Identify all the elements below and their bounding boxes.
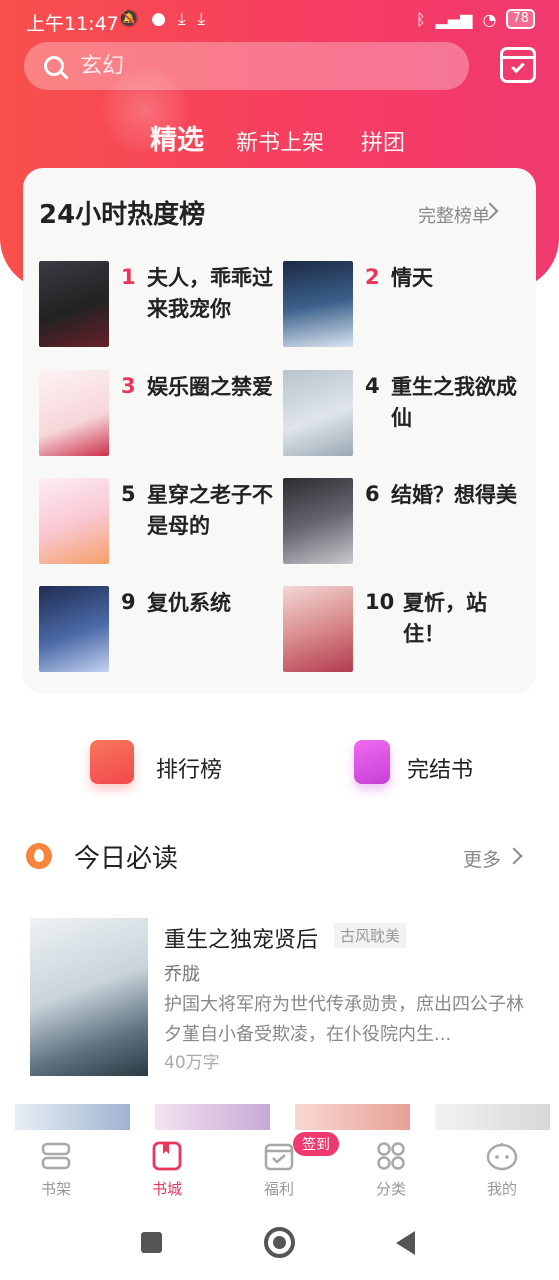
ranking-card: 24小时热度榜 完整榜单 1 夫人，乖乖过来我宠你 2 情天 3 娱乐圈之禁爱 … [23, 168, 536, 694]
book-cover [283, 478, 353, 564]
tab-bookshelf[interactable]: 书架 [16, 1140, 96, 1199]
search-icon [44, 56, 64, 76]
ranking-more-link[interactable]: 完整榜单 [418, 202, 490, 228]
rank-number: 6 [365, 482, 380, 506]
rank-book-title: 夫人，乖乖过来我宠你 [147, 266, 273, 321]
download-icon: ⤓ [197, 9, 206, 29]
ranking-item[interactable]: 1 夫人，乖乖过来我宠你 [39, 261, 279, 351]
checkin-badge[interactable]: 签到 [293, 1132, 339, 1156]
finished-books-label: 完结书 [407, 758, 474, 783]
rank-number: 4 [365, 374, 380, 398]
rank-book-title: 复仇系统 [147, 591, 231, 615]
book-author: 乔胧 [164, 964, 200, 985]
home-icon[interactable] [264, 1227, 295, 1258]
bottom-tab-bar: 书架 书城 福利 分类 我的 [0, 1130, 559, 1206]
fire-icon [26, 843, 52, 869]
chat-icon: ● [151, 9, 167, 29]
profile-face-icon [486, 1140, 518, 1172]
tab-featured[interactable]: 精选 [150, 118, 204, 157]
book-cover [39, 370, 109, 456]
tab-label: 福利 [263, 1180, 294, 1198]
more-link[interactable]: 更多 [463, 845, 501, 872]
checkin-calendar-icon[interactable] [500, 47, 536, 83]
tab-label: 书架 [40, 1180, 71, 1198]
rank-number: 9 [121, 590, 136, 614]
download-icon: ⤓ [178, 9, 186, 29]
rank-number: 5 [121, 482, 136, 506]
search-input[interactable] [80, 53, 400, 79]
book-cover [39, 261, 109, 347]
tab-profile[interactable]: 我的 [462, 1140, 542, 1199]
back-icon[interactable] [396, 1231, 415, 1255]
book-cover-peek[interactable] [295, 1104, 410, 1130]
battery-indicator: 78 [506, 9, 535, 29]
book-title: 重生之独宠贤后 [164, 928, 319, 953]
wifi-icon: ◔ [482, 9, 497, 29]
book-cover [39, 586, 109, 672]
rank-book-title: 娱乐圈之禁爱 [147, 375, 273, 399]
rank-book-title: 结婚？想得美 [391, 483, 517, 507]
ranking-item[interactable]: 5 星穿之老子不是母的 [39, 478, 279, 568]
rank-book-title: 重生之我欲成仙 [391, 375, 517, 430]
rank-book-title: 星穿之老子不是母的 [147, 483, 273, 538]
book-cover [30, 918, 148, 1076]
book-cover [39, 478, 109, 564]
top-tabs: 精选 新书上架 拼团 [0, 116, 559, 158]
tab-bookstore[interactable]: 书城 [127, 1140, 207, 1199]
calendar-check-icon [263, 1140, 295, 1172]
ranking-item[interactable]: 2 情天 [283, 261, 523, 351]
rank-number: 1 [121, 265, 136, 289]
ranking-shortcut-label: 排行榜 [156, 758, 223, 783]
ranking-item[interactable]: 6 结婚？想得美 [283, 478, 523, 568]
book-cover-peek[interactable] [15, 1104, 130, 1130]
book-cover [283, 370, 353, 456]
book-cover-peek[interactable] [435, 1104, 550, 1130]
system-navigation-bar [0, 1210, 559, 1280]
ranking-shortcut[interactable]: 排行榜 [90, 738, 260, 798]
rank-number: 2 [365, 265, 380, 289]
section-title: 今日必读 [74, 844, 179, 874]
grid-icon [375, 1140, 407, 1172]
status-time: 上午11:47 [26, 13, 119, 35]
finished-books-shortcut[interactable]: 完结书 [352, 738, 522, 798]
book-cover-peek[interactable] [155, 1104, 270, 1130]
bluetooth-icon: ᛒ [415, 9, 426, 29]
tab-label: 分类 [375, 1180, 406, 1198]
tab-category[interactable]: 分类 [351, 1140, 431, 1199]
rank-number: 10 [365, 590, 395, 614]
rank-book-title: 夏忻，站住！ [403, 591, 487, 646]
tab-label: 书城 [151, 1180, 182, 1198]
ranking-item[interactable]: 3 娱乐圈之禁爱 [39, 370, 279, 460]
bookstore-icon [151, 1140, 183, 1172]
signal-icon: ▂▄▆ [435, 9, 473, 29]
book-description: 护国大将军府为世代传承勋贵，庶出四公子林夕堇自小备受欺凌，在仆役院内生... [164, 994, 524, 1045]
tab-group-buy[interactable]: 拼团 [361, 125, 405, 157]
book-word-count: 40万字 [164, 1053, 220, 1073]
book-cover [283, 261, 353, 347]
ranking-icon [90, 740, 134, 784]
genre-tag: 古风耽美 [334, 923, 407, 948]
ranking-item[interactable]: 10 夏忻，站住！ [283, 586, 523, 676]
tab-label: 我的 [486, 1180, 517, 1198]
chevron-right-icon [505, 847, 523, 865]
status-bar: 上午11:47 🔕 ● ⤓ ⤓ ᛒ ▂▄▆ ◔ 78 [0, 0, 559, 40]
rank-number: 3 [121, 374, 136, 398]
mute-icon: 🔕 [118, 9, 140, 29]
book-cover [283, 586, 353, 672]
recent-apps-icon[interactable] [141, 1232, 162, 1253]
finished-book-icon [354, 740, 390, 784]
tab-new-books[interactable]: 新书上架 [236, 125, 324, 157]
bookshelf-icon [40, 1140, 72, 1172]
ranking-title: 24小时热度榜 [39, 200, 206, 230]
rank-book-title: 情天 [391, 266, 433, 290]
featured-book[interactable]: 重生之独宠贤后 古风耽美 乔胧 护国大将军府为世代传承勋贵，庶出四公子林夕堇自小… [30, 918, 530, 1078]
ranking-item[interactable]: 9 复仇系统 [39, 586, 279, 676]
ranking-item[interactable]: 4 重生之我欲成仙 [283, 370, 523, 460]
search-bar[interactable] [24, 42, 469, 90]
